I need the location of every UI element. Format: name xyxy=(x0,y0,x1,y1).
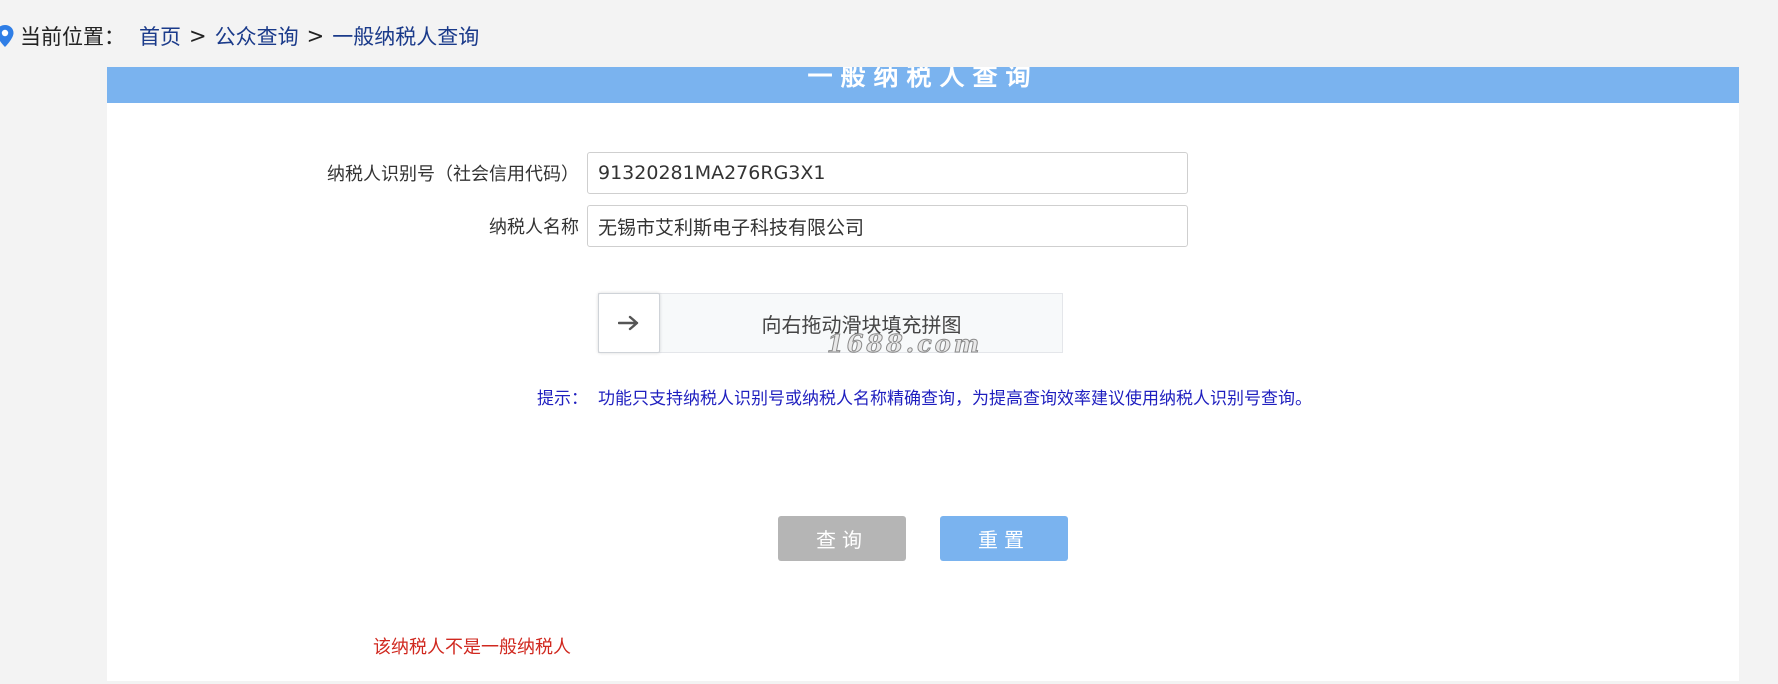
breadcrumb-separator: > xyxy=(189,24,207,48)
slider-handle[interactable] xyxy=(598,293,660,353)
watermark: 1688.com xyxy=(826,329,983,359)
taxpayer-name-row: 纳税人名称 xyxy=(107,205,1188,247)
query-button[interactable]: 查询 xyxy=(778,516,906,561)
breadcrumb-item-general-taxpayer-query: 一般纳税人查询 xyxy=(332,25,480,49)
taxpayer-id-input[interactable] xyxy=(587,152,1188,194)
breadcrumb: 当前位置： 首页 > 公众查询 > 一般纳税人查询 xyxy=(0,18,479,54)
location-pin-icon xyxy=(0,25,14,47)
result-message: 该纳税人不是一般纳税人 xyxy=(373,637,571,658)
taxpayer-id-label: 纳税人识别号（社会信用代码） xyxy=(327,164,579,185)
taxpayer-name-input[interactable] xyxy=(587,205,1188,247)
taxpayer-id-row: 纳税人识别号（社会信用代码） xyxy=(107,152,1188,194)
breadcrumb-item-public-query[interactable]: 公众查询 xyxy=(215,21,299,51)
reset-button[interactable]: 重置 xyxy=(940,516,1068,561)
breadcrumb-label: 当前位置： xyxy=(20,25,125,49)
tip-label: 提示： xyxy=(537,389,588,409)
breadcrumb-item-home[interactable]: 首页 xyxy=(139,21,181,51)
taxpayer-name-label: 纳税人名称 xyxy=(489,217,579,238)
breadcrumb-separator: > xyxy=(306,24,325,48)
arrow-right-icon xyxy=(618,315,639,331)
query-panel: 一般纳税人查询 纳税人识别号（社会信用代码） 纳税人名称 向右拖动滑块填充拼图 … xyxy=(107,67,1739,681)
tip: 提示： 功能只支持纳税人识别号或纳税人名称精确查询，为提高查询效率建议使用纳税人… xyxy=(537,384,1312,409)
tip-text: 功能只支持纳税人识别号或纳税人名称精确查询，为提高查询效率建议使用纳税人识别号查… xyxy=(598,389,1312,409)
panel-title: 一般纳税人查询 xyxy=(107,67,1739,103)
